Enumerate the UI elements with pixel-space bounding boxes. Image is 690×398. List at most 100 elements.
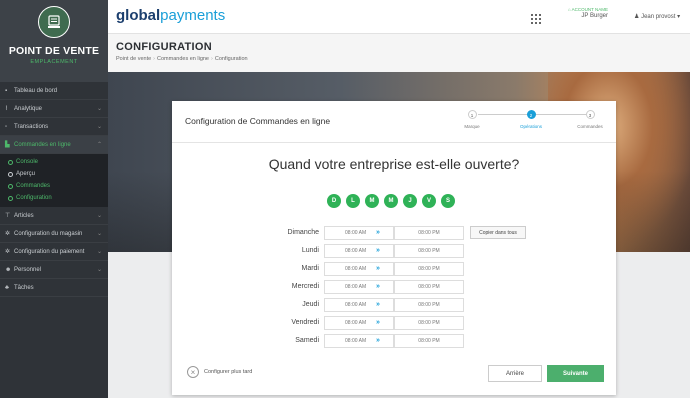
- globalpayments-logo[interactable]: globalpayments: [116, 7, 225, 24]
- breadcrumb-item[interactable]: Point de vente: [116, 56, 151, 62]
- close-time-input[interactable]: 08:00 PM: [394, 334, 464, 348]
- circle-icon: [8, 183, 13, 189]
- step-operations[interactable]: 2 Opérations: [511, 110, 551, 129]
- sidebar-item-store-config[interactable]: ✲ Configuration du magasin ⌄: [0, 225, 108, 243]
- day-toggle-wednesday[interactable]: M: [384, 194, 398, 208]
- account-name: JP Burger: [581, 13, 608, 19]
- close-time-input[interactable]: 08:00 PM: [394, 280, 464, 294]
- sidebar-item-label: Articles: [14, 212, 34, 219]
- open-time-input[interactable]: 08:00 AM: [324, 280, 394, 294]
- chevron-down-icon: ⌄: [96, 213, 102, 219]
- step-number: 2: [526, 110, 536, 119]
- sidebar-subitem-configuration[interactable]: Configuration: [0, 192, 108, 204]
- brand-subtitle: EMPLACEMENT: [30, 59, 78, 65]
- open-time-input[interactable]: 08:00 AM: [324, 298, 394, 312]
- logo-bold-text: global: [116, 7, 161, 24]
- subitem-label: Configuration: [16, 195, 52, 201]
- step-label: Marque: [464, 124, 480, 129]
- step-label: Opérations: [519, 124, 542, 129]
- chevron-up-icon: ⌃: [96, 142, 102, 148]
- day-toggle-monday[interactable]: L: [346, 194, 360, 208]
- sidebar-nav: ▪ Tableau de bord ⌇ Analytique ⌄ ▫ Trans…: [0, 82, 108, 297]
- account-label: ACCOUNT NAME: [571, 7, 608, 12]
- user-menu[interactable]: ♟ Jean provost ▾: [634, 13, 680, 20]
- top-bar: globalpayments ⌂ ACCOUNT NAME JP Burger …: [108, 0, 690, 34]
- modal-header: Configuration de Commandes en ligne 1 Ma…: [172, 101, 616, 143]
- configure-later-link[interactable]: × Configurer plus tard: [187, 366, 252, 378]
- day-toggle-thursday[interactable]: J: [403, 194, 417, 208]
- settings-icon: ✲: [5, 231, 11, 237]
- arrow-right-icon: »: [376, 247, 380, 254]
- close-time-input[interactable]: 08:00 PM: [394, 244, 464, 258]
- day-toggle-friday[interactable]: V: [422, 194, 436, 208]
- day-toggle-tuesday[interactable]: M: [365, 194, 379, 208]
- sidebar-item-label: Personnel: [14, 266, 42, 273]
- chevron-down-icon: ⌄: [96, 249, 102, 255]
- arrow-right-icon: »: [376, 229, 380, 236]
- next-button[interactable]: Suivante: [547, 365, 604, 382]
- step-orders[interactable]: 3 Commandes: [570, 110, 610, 129]
- sidebar-item-articles[interactable]: ⊤ Articles ⌄: [0, 207, 108, 225]
- open-time-input[interactable]: 08:00 AM: [324, 244, 394, 258]
- step-label: Commandes: [577, 124, 603, 129]
- schedule-row: Samedi 08:00 AM » 08:00 PM: [242, 334, 542, 348]
- close-time-input[interactable]: 08:00 PM: [394, 316, 464, 330]
- home-icon: ⌂: [567, 7, 571, 12]
- store-logo-icon: [38, 6, 70, 38]
- copy-to-all-button[interactable]: Copier dans tous: [470, 226, 526, 239]
- close-time-input[interactable]: 08:00 PM: [394, 226, 464, 240]
- sidebar-item-payment-config[interactable]: ✲ Configuration du paiement ⌄: [0, 243, 108, 261]
- sidebar-item-dashboard[interactable]: ▪ Tableau de bord: [0, 82, 108, 100]
- setup-wizard-modal: Configuration de Commandes en ligne 1 Ma…: [172, 101, 616, 395]
- breadcrumb-item[interactable]: Commandes en ligne: [157, 56, 209, 62]
- day-name: Jeudi: [302, 301, 319, 308]
- breadcrumb-separator: ›: [153, 56, 156, 62]
- back-button[interactable]: Arrière: [488, 365, 542, 382]
- chevron-down-icon: ⌄: [96, 267, 102, 273]
- sidebar-item-analytics[interactable]: ⌇ Analytique ⌄: [0, 100, 108, 118]
- dashboard-icon: ▪: [5, 87, 8, 94]
- schedule-question: Quand votre entreprise est-elle ouverte?: [268, 156, 520, 172]
- sidebar-item-transactions[interactable]: ▫ Transactions ⌄: [0, 118, 108, 136]
- day-name: Samedi: [295, 337, 319, 344]
- apps-grid-icon[interactable]: [531, 11, 541, 29]
- breadcrumb: Point de vente › Commandes en ligne › Config…: [116, 56, 248, 62]
- open-time-input[interactable]: 08:00 AM: [324, 262, 394, 276]
- arrow-right-icon: »: [376, 301, 380, 308]
- close-time-input[interactable]: 08:00 PM: [394, 262, 464, 276]
- schedule-row: Vendredi 08:00 AM » 08:00 PM: [242, 316, 542, 330]
- modal-title: Configuration de Commandes en ligne: [185, 116, 331, 126]
- day-name: Vendredi: [291, 319, 319, 326]
- schedule-row: Mardi 08:00 AM » 08:00 PM: [242, 262, 542, 276]
- cart-icon: ▙: [5, 142, 10, 148]
- open-time-input[interactable]: 08:00 AM: [324, 226, 394, 240]
- sidebar-subitem-console[interactable]: Console: [0, 156, 108, 168]
- sidebar-item-label: Analytique: [14, 105, 43, 112]
- sidebar-subitem-orders[interactable]: Commandes: [0, 180, 108, 192]
- sidebar-item-online-orders[interactable]: ▙ Commandes en ligne ⌃: [0, 136, 108, 154]
- transactions-icon: ▫: [5, 123, 8, 130]
- sidebar-submenu: Console Aperçu Commandes Configuration: [0, 154, 108, 207]
- sidebar-subitem-overview[interactable]: Aperçu: [0, 168, 108, 180]
- subitem-label: Commandes: [16, 183, 51, 189]
- schedule-row: Mercredi 08:00 AM » 08:00 PM: [242, 280, 542, 294]
- sidebar-item-staff[interactable]: ☻ Personnel ⌄: [0, 261, 108, 279]
- open-time-input[interactable]: 08:00 AM: [324, 334, 394, 348]
- close-time-input[interactable]: 08:00 PM: [394, 298, 464, 312]
- schedule-row: Jeudi 08:00 AM » 08:00 PM: [242, 298, 542, 312]
- day-toggle-saturday[interactable]: S: [441, 194, 455, 208]
- subitem-label: Console: [16, 159, 39, 165]
- circle-icon: [8, 195, 13, 201]
- open-time-input[interactable]: 08:00 AM: [324, 316, 394, 330]
- day-name: Dimanche: [287, 229, 319, 236]
- page-title: CONFIGURATION: [116, 41, 212, 53]
- people-icon: ☻: [5, 266, 12, 273]
- sidebar-item-tasks[interactable]: ♣ Tâches: [0, 279, 108, 297]
- account-selector[interactable]: ⌂ ACCOUNT NAME JP Burger: [555, 7, 608, 19]
- step-brand[interactable]: 1 Marque: [452, 110, 492, 129]
- day-toggle-sunday[interactable]: D: [327, 194, 341, 208]
- sidebar-item-label: Configuration du paiement: [14, 248, 85, 255]
- arrow-right-icon: »: [376, 337, 380, 344]
- settings-icon: ✲: [5, 249, 11, 255]
- chevron-down-icon: ⌄: [96, 106, 102, 112]
